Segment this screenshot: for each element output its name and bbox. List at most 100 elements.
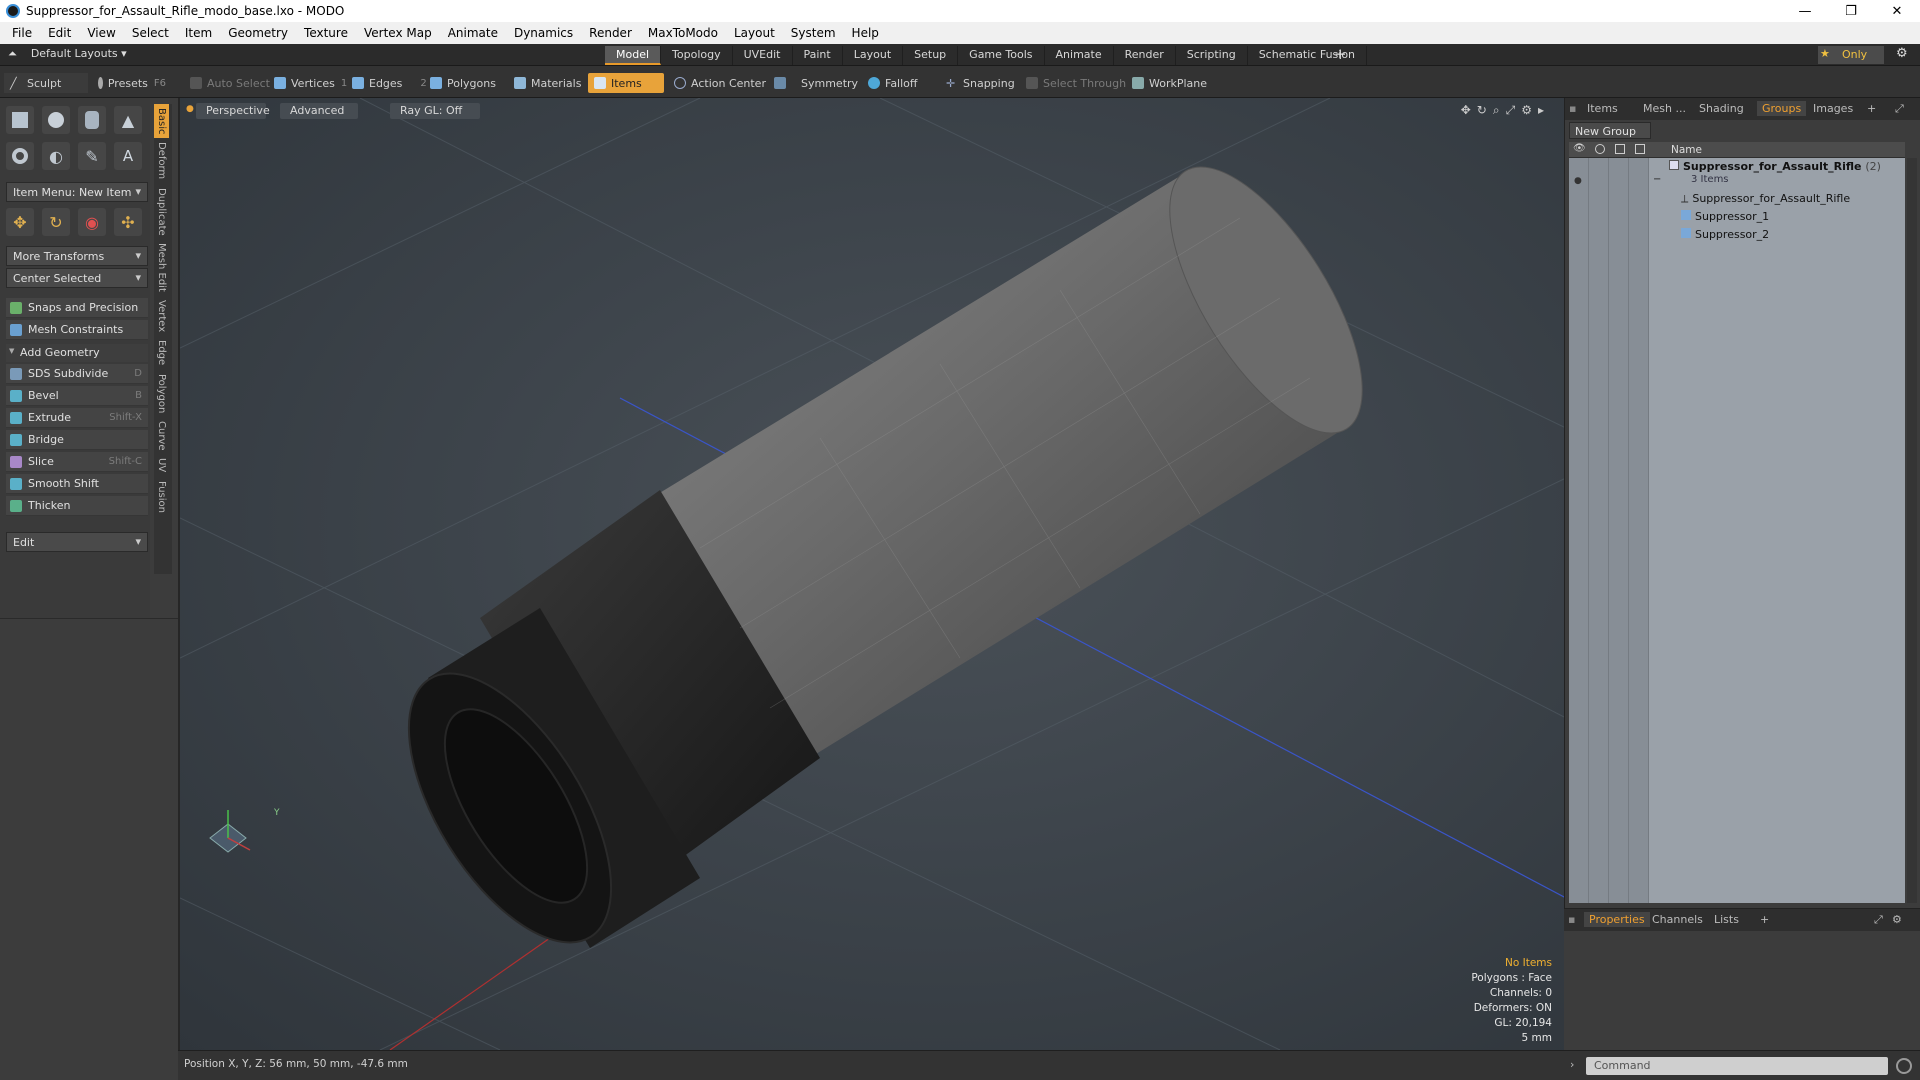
viewport-settings-icon[interactable]: ⚙ (1521, 103, 1532, 118)
panel-menu-icon[interactable]: ▪ (1569, 102, 1576, 115)
minimize-button[interactable]: — (1782, 0, 1828, 22)
add-geometry-section[interactable]: Add Geometry (6, 344, 148, 362)
list-item[interactable]: ⟂ Suppressor_for_Assault_Rifle (1681, 192, 1850, 206)
vtab-edge[interactable]: Edge (154, 336, 169, 369)
tool-extrude[interactable]: Extrude Shift-X (6, 408, 148, 428)
menu-view[interactable]: View (79, 26, 123, 40)
materials-button[interactable]: Materials (508, 73, 587, 93)
menu-file[interactable]: File (4, 26, 40, 40)
group-visibility-toggle[interactable]: ● (1574, 176, 1582, 186)
tool-bevel[interactable]: Bevel B (6, 386, 148, 406)
tab-animate[interactable]: Animate (1045, 46, 1114, 65)
auto-select-button[interactable]: Auto Select (184, 73, 276, 93)
tab-lists[interactable]: Lists (1714, 913, 1739, 926)
move-tool-button[interactable]: ✥ (6, 208, 34, 236)
tab-groups[interactable]: Groups (1757, 101, 1807, 116)
name-column-header[interactable]: Name (1671, 144, 1702, 156)
restore-button[interactable]: ❐ (1828, 0, 1874, 22)
3d-viewport[interactable]: Y ● Perspective Advanced Ray GL: Off ✥ ↻… (178, 98, 1564, 1050)
tab-schematic-fusion[interactable]: Schematic Fusion (1248, 46, 1368, 65)
tab-game-tools[interactable]: Game Tools (958, 46, 1045, 65)
tab-layout[interactable]: Layout (843, 46, 904, 65)
edges-button[interactable]: Edges 2 (346, 73, 433, 93)
tool-thicken[interactable]: Thicken (6, 496, 148, 516)
menu-help[interactable]: Help (844, 26, 887, 40)
tool-bridge[interactable]: Bridge (6, 430, 148, 450)
panel-expand-icon[interactable]: ⤢ (1895, 102, 1904, 116)
menu-item[interactable]: Item (177, 26, 220, 40)
tab-channels[interactable]: Channels (1652, 913, 1703, 926)
presets-button[interactable]: Presets F6 (92, 73, 172, 93)
menu-maxtomodo[interactable]: MaxToModo (640, 26, 726, 40)
transform-tool-button[interactable]: ✣ (114, 208, 142, 236)
workplane-button[interactable]: WorkPlane (1126, 73, 1213, 93)
select-through-button[interactable]: Select Through (1020, 73, 1132, 93)
action-center-button[interactable]: Action Center (668, 73, 772, 93)
close-button[interactable]: ✕ (1874, 0, 1920, 22)
group-row[interactable]: Suppressor_for_Assault_Rifle (2) (1669, 160, 1881, 173)
add-props-tab-button[interactable]: + (1760, 913, 1769, 926)
pen-tool-button[interactable]: ✎ (78, 142, 106, 170)
sculpt-button[interactable]: ╱ Sculpt (4, 73, 88, 93)
menu-geometry[interactable]: Geometry (220, 26, 296, 40)
polygons-button[interactable]: Polygons (424, 73, 502, 93)
new-group-button[interactable]: New Group (1569, 122, 1651, 139)
cylinder-primitive-button[interactable] (78, 106, 106, 134)
tool-smooth-shift[interactable]: Smooth Shift (6, 474, 148, 494)
suppressor-mesh[interactable] (368, 138, 1399, 975)
tab-uvedit[interactable]: UVEdit (733, 46, 793, 65)
groups-scrollbar[interactable] (1907, 158, 1917, 903)
gear-icon[interactable]: ⚙ (1896, 46, 1908, 61)
vtab-basic[interactable]: Basic (154, 104, 169, 139)
only-toggle[interactable]: ★ Only (1818, 46, 1884, 64)
advanced-dropdown[interactable]: Advanced (280, 103, 358, 119)
props-settings-icon[interactable]: ⚙ (1892, 913, 1902, 926)
vtab-vertex[interactable]: Vertex (154, 296, 169, 336)
center-selected-dropdown[interactable]: Center Selected (6, 268, 148, 288)
expand-group-icon[interactable]: − (1653, 174, 1661, 185)
vtab-polygon[interactable]: Polygon (154, 370, 169, 417)
props-menu-icon[interactable]: ▪ (1568, 913, 1575, 926)
tab-items[interactable]: Items (1587, 102, 1618, 115)
falloff-button[interactable]: Falloff (862, 73, 923, 93)
tab-render[interactable]: Render (1114, 46, 1176, 65)
snaps-precision-button[interactable]: Snaps and Precision (6, 298, 148, 318)
vtab-fusion[interactable]: Fusion (154, 477, 169, 517)
vertices-button[interactable]: Vertices 1 (268, 73, 353, 93)
add-panel-tab-button[interactable]: + (1867, 102, 1876, 115)
orbit-icon[interactable]: ↻ (1477, 103, 1487, 118)
props-expand-icon[interactable]: ⤢ (1874, 913, 1883, 927)
raygl-dropdown[interactable]: Ray GL: Off (390, 103, 480, 119)
tab-scripting[interactable]: Scripting (1176, 46, 1248, 65)
add-tab-button[interactable]: + (1334, 45, 1347, 63)
pan-icon[interactable]: ✥ (1461, 103, 1471, 118)
list-item[interactable]: Suppressor_2 (1681, 228, 1769, 241)
capsule-primitive-button[interactable]: ◐ (42, 142, 70, 170)
perspective-dropdown[interactable]: Perspective (196, 103, 270, 119)
vtab-duplicate[interactable]: Duplicate (154, 184, 169, 240)
text-tool-button[interactable]: A (114, 142, 142, 170)
record-macro-icon[interactable] (1896, 1058, 1912, 1074)
more-transforms-dropdown[interactable]: More Transforms (6, 246, 148, 266)
command-input[interactable]: Command (1586, 1057, 1888, 1075)
menu-select[interactable]: Select (124, 26, 177, 40)
menu-animate[interactable]: Animate (440, 26, 506, 40)
item-menu-dropdown[interactable]: Item Menu: New Item (6, 182, 148, 202)
tab-mesh[interactable]: Mesh ... (1643, 102, 1686, 115)
list-item[interactable]: Suppressor_1 (1681, 210, 1769, 223)
vtab-curve[interactable]: Curve (154, 417, 169, 455)
tool-slice[interactable]: Slice Shift-C (6, 452, 148, 472)
menu-texture[interactable]: Texture (296, 26, 356, 40)
edit-dropdown[interactable]: Edit (6, 532, 148, 552)
tab-images[interactable]: Images (1813, 102, 1853, 115)
items-button[interactable]: Items (588, 73, 664, 93)
tab-properties[interactable]: Properties (1584, 912, 1650, 927)
menu-system[interactable]: System (783, 26, 844, 40)
vtab-uv[interactable]: UV (154, 454, 169, 476)
mesh-constraints-button[interactable]: Mesh Constraints (6, 320, 148, 340)
tab-paint[interactable]: Paint (793, 46, 843, 65)
menu-edit[interactable]: Edit (40, 26, 79, 40)
torus-primitive-button[interactable] (6, 142, 34, 170)
rotate-tool-button[interactable]: ↻ (42, 208, 70, 236)
viewport-expand-icon[interactable]: ▸ (1538, 103, 1544, 118)
